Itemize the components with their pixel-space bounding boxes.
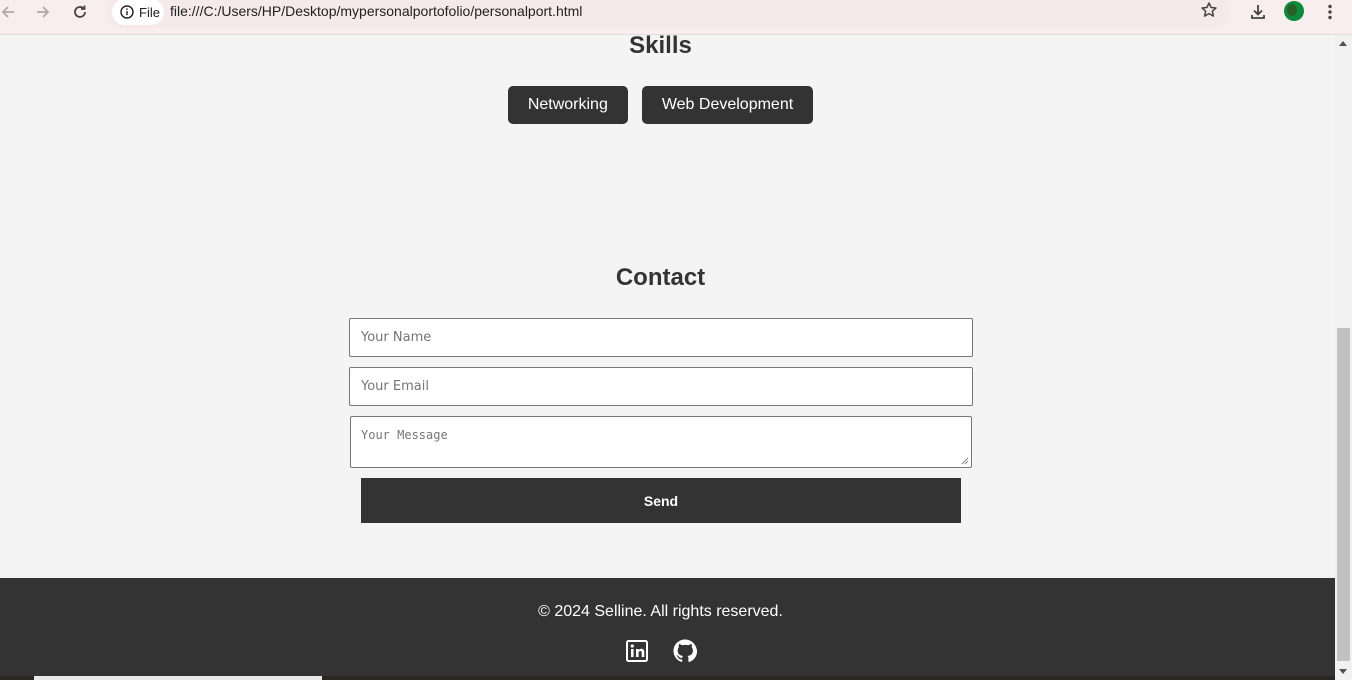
url-text[interactable]: file:///C:/Users/HP/Desktop/mypersonalpo…: [170, 3, 582, 19]
scroll-thumb[interactable]: [1337, 328, 1350, 661]
message-textarea[interactable]: Your Message: [350, 416, 972, 468]
downloads-button[interactable]: [1246, 0, 1270, 24]
name-placeholder: Your Name: [361, 330, 432, 345]
back-button[interactable]: [0, 0, 20, 24]
address-bar[interactable]: File file:///C:/Users/HP/Desktop/myperso…: [106, 0, 1230, 28]
footer: © 2024 Selline. All rights reserved.: [0, 578, 1335, 680]
browser-menu-button[interactable]: [1318, 0, 1342, 24]
github-link[interactable]: [673, 639, 697, 663]
social-links: [0, 639, 1321, 663]
forward-arrow-icon: [37, 6, 50, 18]
resize-handle-icon[interactable]: [961, 457, 969, 465]
back-arrow-icon: [1, 6, 14, 18]
skill-networking: Networking: [507, 86, 628, 124]
info-icon: [120, 5, 134, 19]
contact-title: Contact: [615, 264, 706, 291]
site-chip-label: File: [139, 4, 160, 20]
copyright-text: © 2024 Selline. All rights reserved.: [538, 603, 783, 620]
skills-title: Skills: [629, 32, 692, 59]
bookmark-star-icon[interactable]: [1200, 1, 1218, 24]
skills-list: Networking Web Development: [0, 86, 1321, 124]
reload-icon: [74, 5, 86, 18]
kebab-menu-icon: [1328, 4, 1332, 20]
email-input[interactable]: Your Email: [349, 367, 973, 406]
scroll-up-arrow-icon[interactable]: [1339, 41, 1347, 46]
forward-button[interactable]: [31, 0, 55, 24]
download-icon: [1251, 5, 1265, 19]
profile-avatar[interactable]: [1284, 1, 1304, 21]
name-input[interactable]: Your Name: [349, 318, 973, 357]
message-placeholder: Your Message: [361, 428, 448, 442]
skill-web-development: Web Development: [641, 86, 814, 124]
send-button[interactable]: Send: [361, 478, 961, 523]
linkedin-icon: [625, 640, 648, 662]
page-scrollbar[interactable]: [1335, 35, 1352, 680]
scroll-down-arrow-icon[interactable]: [1339, 669, 1347, 674]
linkedin-link[interactable]: [625, 639, 649, 663]
email-placeholder: Your Email: [361, 379, 429, 394]
reload-button[interactable]: [68, 0, 92, 24]
site-info-chip[interactable]: File: [112, 0, 164, 25]
github-icon: [673, 639, 697, 663]
browser-toolbar: File file:///C:/Users/HP/Desktop/myperso…: [0, 0, 1352, 35]
page-content: Skills Networking Web Development Contac…: [0, 32, 1335, 680]
taskbar-item: [34, 676, 322, 680]
